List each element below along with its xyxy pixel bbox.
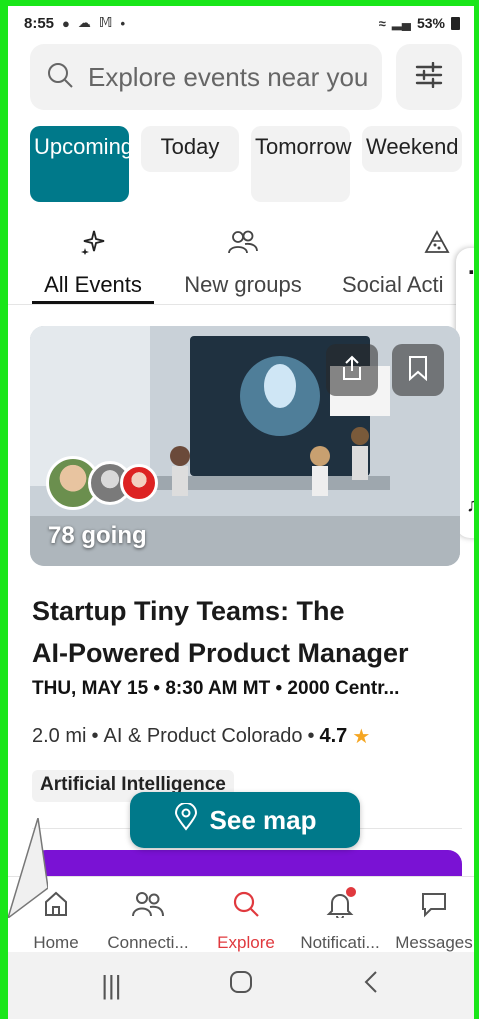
search-row: [30, 44, 462, 110]
location-pin-icon: [174, 801, 198, 838]
category-tabs: All Events New groups Social Acti: [8, 224, 474, 304]
cloud-icon: ☁: [77, 15, 91, 30]
share-icon: [340, 355, 364, 386]
tab-new-groups[interactable]: New groups: [178, 224, 308, 304]
status-bar: 8:55 ● ☁ 𝕄 • ≈ ▂▄ 53%: [8, 6, 474, 40]
news-icon: 𝕄: [98, 15, 113, 30]
notification-dot: [346, 887, 356, 897]
tab-social-activities-label: Social Acti: [342, 272, 444, 297]
nav-messages[interactable]: Messages: [394, 887, 474, 953]
event-rating: 4.7: [319, 725, 348, 747]
sliders-icon: [415, 61, 443, 93]
screen: 8:55 ● ☁ 𝕄 • ≈ ▂▄ 53% Upcoming Tod: [8, 6, 474, 1019]
battery-percent: 53%: [416, 15, 445, 31]
cursor-pointer: [8, 818, 48, 918]
search-icon: [212, 887, 280, 921]
star-icon: ★: [352, 726, 371, 748]
chip-weekend[interactable]: Weekend: [362, 126, 462, 172]
nav-home-label: Home: [33, 933, 79, 952]
chat-icon: ●: [62, 15, 70, 31]
wifi-icon: ≈: [378, 15, 386, 31]
bottom-nav: Home Connecti... Explore Notificati... M…: [8, 876, 474, 952]
event-datetime: THU, MAY 15 • 8:30 AM MT • 2000 Centr...: [32, 678, 400, 699]
dot-icon: •: [120, 15, 126, 31]
event-title-line2: AI-Powered Product Manager: [32, 638, 409, 668]
message-icon: [394, 887, 474, 921]
status-time: 8:55: [24, 14, 55, 32]
tab-divider: [8, 304, 474, 305]
bookmark-button[interactable]: [392, 344, 444, 396]
people-icon: [178, 224, 308, 260]
event-title[interactable]: Startup Tiny Teams: The AI-Powered Produ…: [32, 590, 462, 674]
nav-explore-label: Explore: [217, 933, 275, 952]
date-chips: Upcoming Today Tomorrow Weekend: [30, 126, 474, 206]
bell-icon: [290, 887, 390, 921]
see-map-label: See map: [209, 804, 317, 835]
home-system-button[interactable]: [228, 969, 254, 1002]
nav-connections[interactable]: Connecti...: [100, 887, 196, 953]
event-image[interactable]: 78 going: [30, 326, 460, 566]
see-map-button[interactable]: See map: [130, 792, 360, 848]
going-count: 78 going: [48, 522, 147, 549]
system-nav-bar: |||: [8, 952, 474, 1019]
nav-connections-label: Connecti...: [107, 933, 189, 952]
share-button[interactable]: [326, 344, 378, 396]
attendee-avatars: [46, 456, 158, 510]
tab-social-activities[interactable]: Social Acti: [342, 224, 474, 304]
nav-notifications-label: Notificati...: [300, 933, 380, 952]
nav-explore[interactable]: Explore: [212, 887, 280, 953]
party-icon: [342, 224, 474, 260]
separator: •: [91, 725, 99, 747]
more-icon: ⋯: [468, 260, 474, 285]
filter-button[interactable]: [396, 44, 462, 110]
signal-icon: ▂▄: [391, 15, 411, 30]
event-group: AI & Product Colorado: [103, 725, 303, 747]
sparkle-icon: [32, 224, 154, 260]
event-distance: 2.0 mi: [32, 725, 87, 747]
event-title-line1: Startup Tiny Teams: The: [32, 596, 345, 626]
battery-icon: [451, 16, 460, 30]
avatar: [120, 464, 158, 502]
chip-upcoming[interactable]: Upcoming: [30, 126, 133, 202]
nav-messages-label: Messages: [395, 933, 473, 952]
tab-new-groups-label: New groups: [184, 272, 302, 297]
chip-today[interactable]: Today: [141, 126, 239, 172]
search-icon: [46, 61, 74, 94]
bookmark-icon: [407, 355, 429, 386]
event-meta: 2.0 mi • AI & Product Colorado • 4.7 ★: [32, 724, 370, 749]
tab-all-events-label: All Events: [44, 272, 142, 297]
chip-tomorrow[interactable]: Tomorrow: [251, 126, 352, 202]
music-note-icon: ♫: [466, 494, 474, 516]
separator: •: [307, 725, 315, 747]
search-input[interactable]: [88, 61, 378, 93]
people-icon: [100, 887, 196, 921]
tab-all-events[interactable]: All Events: [32, 224, 154, 304]
recent-apps-button[interactable]: |||: [101, 970, 121, 1001]
search-box[interactable]: [30, 44, 382, 110]
nav-notifications[interactable]: Notificati...: [290, 887, 390, 953]
back-button[interactable]: [361, 969, 381, 1002]
